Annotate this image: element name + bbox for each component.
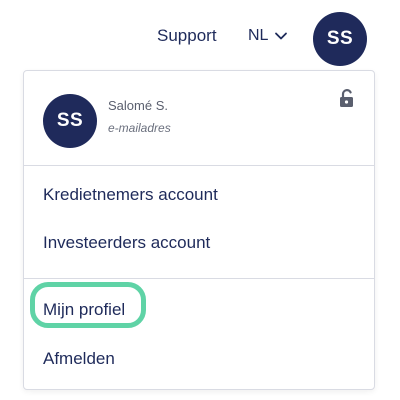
user-info: SS Salomé S. e-mailadres (24, 71, 374, 165)
menu-item-investeerders-account[interactable]: Investeerders account (43, 232, 210, 254)
divider (24, 278, 374, 279)
menu-item-afmelden[interactable]: Afmelden (43, 348, 115, 370)
chevron-down-icon (274, 29, 288, 43)
divider (24, 165, 374, 166)
top-navigation: Support NL SS (0, 0, 400, 70)
user-email: e-mailadres (108, 121, 171, 135)
support-link[interactable]: Support (157, 26, 217, 46)
menu-item-kredietnemers-account[interactable]: Kredietnemers account (43, 184, 218, 206)
user-dropdown-menu: SS Salomé S. e-mailadres Kredietnemers a… (23, 70, 375, 390)
unlock-icon[interactable] (337, 88, 357, 108)
user-name: Salomé S. (108, 98, 168, 113)
user-avatar-button[interactable]: SS (313, 12, 367, 66)
menu-item-mijn-profiel[interactable]: Mijn profiel (43, 299, 125, 321)
language-label: NL (248, 27, 269, 44)
language-selector[interactable]: NL (248, 26, 288, 46)
avatar: SS (43, 94, 97, 148)
